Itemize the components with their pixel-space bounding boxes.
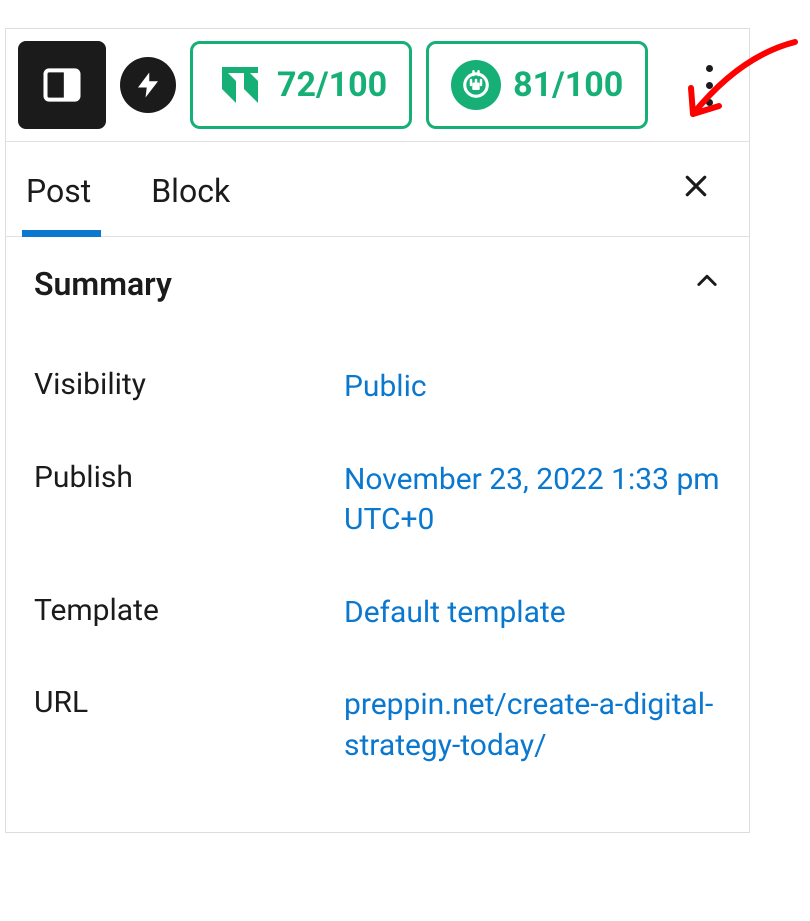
options-menu-button[interactable] — [696, 55, 723, 116]
sidebar-icon — [40, 63, 84, 107]
sidebar-tabs: Post Block — [6, 142, 749, 237]
seo-score-icon — [215, 60, 265, 110]
close-icon — [681, 171, 711, 201]
readability-score-icon — [451, 60, 501, 110]
sidebar-toggle-button[interactable] — [18, 41, 106, 129]
seo-score-badge[interactable]: 72/100 — [190, 41, 412, 129]
url-row: URL preppin.net/create-a-digital-strateg… — [34, 659, 721, 792]
summary-title: Summary — [34, 265, 172, 303]
publish-value[interactable]: November 23, 2022 1:33 pm UTC+0 — [344, 460, 721, 541]
template-row: Template Default template — [34, 567, 721, 660]
tab-post[interactable]: Post — [26, 142, 121, 236]
summary-rows: Visibility Public Publish November 23, 2… — [6, 331, 749, 832]
kebab-dot — [706, 82, 713, 89]
summary-section-toggle[interactable]: Summary — [6, 237, 749, 331]
bolt-icon — [133, 70, 163, 100]
plugin-logo-icon[interactable] — [120, 57, 176, 113]
visibility-row: Visibility Public — [34, 341, 721, 434]
url-label: URL — [34, 685, 344, 720]
kebab-dot — [706, 65, 713, 72]
kebab-dot — [706, 99, 713, 106]
publish-label: Publish — [34, 460, 344, 495]
settings-panel: 72/100 81/100 Post Block — [5, 28, 750, 833]
chevron-up-icon — [693, 267, 721, 302]
url-value[interactable]: preppin.net/create-a-digital-strategy-to… — [344, 685, 721, 766]
visibility-value[interactable]: Public — [344, 367, 427, 408]
readability-score-value: 81/100 — [513, 65, 623, 105]
seo-score-value: 72/100 — [277, 65, 387, 105]
template-value[interactable]: Default template — [344, 593, 566, 634]
visibility-label: Visibility — [34, 367, 344, 402]
readability-score-badge[interactable]: 81/100 — [426, 41, 648, 129]
toolbar: 72/100 81/100 — [6, 29, 749, 142]
close-sidebar-button[interactable] — [663, 161, 729, 217]
publish-row: Publish November 23, 2022 1:33 pm UTC+0 — [34, 434, 721, 567]
template-label: Template — [34, 593, 344, 628]
tab-block[interactable]: Block — [151, 142, 260, 236]
